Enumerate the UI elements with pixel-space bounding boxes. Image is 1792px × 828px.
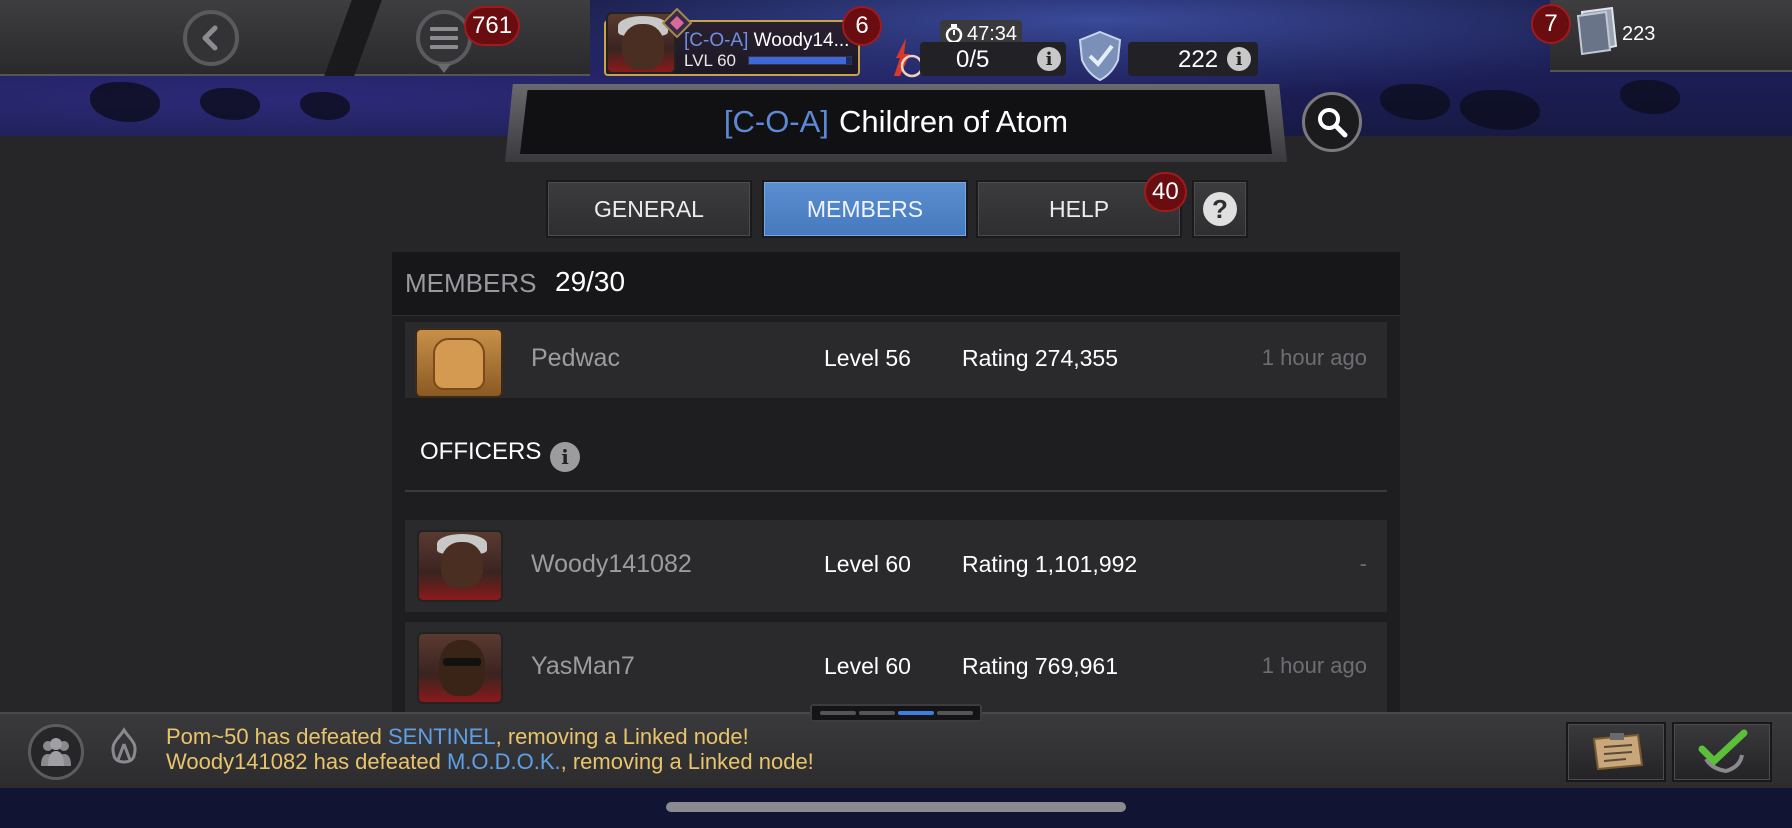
member-avatar [417,632,503,704]
help-question-button[interactable]: ? [1192,180,1248,238]
page-dot[interactable] [936,711,973,715]
shield-value: 222 [1178,46,1219,73]
news-highlight[interactable]: M.O.D.O.K. [447,749,561,774]
member-rating: Rating 274,355 [962,345,1119,371]
profile-badge: 6 [842,6,882,46]
news-text: , removing a Linked node! [495,724,749,749]
member-avatar [415,328,503,398]
search-button[interactable] [1302,92,1362,152]
member-row[interactable]: Pedwac Level 56 Rating 274,355 1 hour ag… [405,322,1387,398]
member-row[interactable]: Woody141082 Level 60 Rating 1,101,992 - [405,520,1387,612]
back-arrow-icon [202,25,218,51]
xp-bar [748,56,852,65]
profile-level: LVL 60 [684,51,736,70]
energy-value: 0/5 [956,46,990,73]
energy-info-icon[interactable]: i [1037,47,1061,71]
profile-alliance-tag: [C-O-A] [684,30,749,51]
member-rating: Rating 1,101,992 [962,551,1138,577]
page-dot[interactable] [858,711,895,715]
member-last-seen: 1 hour ago [1261,345,1367,370]
member-level: Level 56 [824,345,911,371]
checkmark-icon [1698,729,1748,774]
officers-divider [405,490,1387,492]
menu-badge: 761 [464,6,521,46]
home-indicator[interactable] [666,802,1126,812]
member-avatar [417,530,503,602]
xp-bar-fill [749,57,846,64]
members-header: MEMBERS 29/30 [392,252,1400,316]
page-dot[interactable] [819,711,856,715]
menu-caret-icon [437,64,451,73]
search-icon [1318,108,1348,138]
alliance-icon [41,738,71,766]
member-rating: Rating 769,961 [962,653,1119,679]
units-value: 223 [1622,23,1656,45]
confirm-button[interactable] [1672,722,1772,782]
profile-name: [C-O-A] Woody14... [684,30,849,52]
member-name: Woody141082 [531,550,692,578]
member-level: Level 60 [824,653,911,679]
members-header-label: MEMBERS [405,268,537,298]
officers-heading: OFFICERS [420,438,541,466]
news-text: Pom~50 has defeated [166,724,388,749]
units-icon[interactable] [1572,6,1620,56]
timer-icon [945,24,963,44]
question-icon: ? [1203,192,1237,226]
help-badge: 40 [1144,172,1187,212]
members-panel[interactable]: MEMBERS 29/30 Pedwac Level 56 Rating 274… [392,252,1400,712]
members-count: 29/30 [555,266,626,297]
alliance-title: [C-O-A] Children of Atom [520,90,1272,154]
member-level: Level 60 [824,551,911,577]
profile-username: Woody14... [753,30,850,51]
member-last-seen: - [1359,551,1367,576]
shield-icon [1078,30,1122,82]
page-indicator[interactable] [810,704,982,722]
news-line: Woody141082 has defeated M.O.D.O.K., rem… [166,749,814,775]
energy-icon [894,38,924,78]
page-dot[interactable] [897,711,934,715]
member-name: Pedwac [531,344,620,372]
news-highlight[interactable]: SENTINEL [388,724,496,749]
units-badge: 7 [1531,4,1571,44]
officers-info-icon[interactable]: i [550,442,580,472]
quests-button[interactable] [1566,722,1666,782]
member-last-seen: 1 hour ago [1261,653,1367,678]
news-text: Woody141082 has defeated [166,749,447,774]
member-name: YasMan7 [531,652,635,680]
alliance-name: Children of Atom [838,104,1069,139]
menu-icon [430,27,458,49]
menu-button[interactable] [416,10,472,66]
war-icon[interactable] [104,726,144,774]
news-ticker[interactable]: Pom~50 has defeated SENTINEL, removing a… [0,712,1792,788]
news-text: , removing a Linked node! [560,749,814,774]
tab-general[interactable]: GENERAL [546,180,752,238]
shield-info-icon[interactable]: i [1227,47,1251,71]
alliance-button[interactable] [28,724,84,780]
tab-members[interactable]: MEMBERS [762,180,968,238]
alliance-tag: [C-O-A] [723,104,829,139]
member-row[interactable]: YasMan7 Level 60 Rating 769,961 1 hour a… [405,622,1387,712]
clipboard-icon [1592,733,1644,771]
news-line: Pom~50 has defeated SENTINEL, removing a… [166,724,749,750]
back-button[interactable] [183,10,239,66]
officers-label: OFFICERS [420,438,542,465]
